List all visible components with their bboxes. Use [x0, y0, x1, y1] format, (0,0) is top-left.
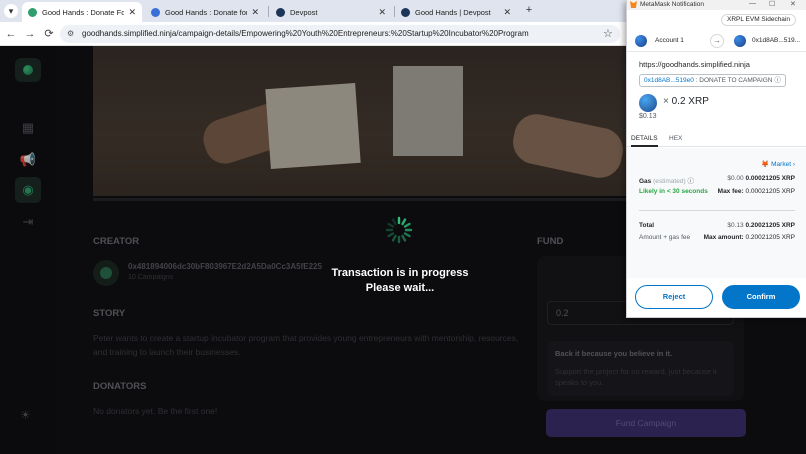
- transaction-progress-message: Transaction is in progress Please wait..…: [300, 266, 500, 296]
- tab-favicon-icon: [28, 7, 37, 17]
- network-badge[interactable]: XRPL EVM Sidechain: [721, 14, 796, 26]
- likely-time: Likely in < 30 seconds: [639, 188, 708, 195]
- amount-usd: $0.13: [639, 113, 657, 120]
- total-usd: $0.13: [727, 222, 744, 229]
- reject-button[interactable]: Reject: [635, 285, 713, 309]
- chevron-right-icon: ›: [792, 161, 795, 168]
- tab-good-hands-1[interactable]: Good Hands : Donate For a Ch ✕: [22, 2, 142, 22]
- progress-line-1: Transaction is in progress: [331, 267, 469, 279]
- total-xrp: 0.20021205 XRP: [745, 222, 795, 229]
- fox-icon: 🦊: [761, 161, 770, 168]
- contract-method-badge[interactable]: 0x1d8AB...519e0 : DONATE TO CAMPAIGN ⓘ: [639, 74, 786, 87]
- tab-devpost[interactable]: Devpost ✕: [270, 2, 392, 22]
- forward-icon[interactable]: →: [23, 27, 37, 41]
- gas-info-icon[interactable]: ⓘ: [687, 178, 694, 185]
- url-text: goodhands.simplified.ninja/campaign-deta…: [82, 29, 529, 38]
- tab-close-icon[interactable]: ✕: [251, 7, 259, 18]
- tab-divider: [268, 6, 269, 17]
- max-fee-row: Max fee: 0.00021205 XRP: [718, 188, 795, 195]
- bookmark-star-icon[interactable]: ☆: [603, 27, 613, 40]
- progress-line-2: Please wait...: [365, 282, 435, 294]
- request-origin: https://goodhands.simplified.ninja: [639, 60, 750, 69]
- tab-close-icon[interactable]: ✕: [128, 7, 136, 18]
- to-account-address[interactable]: 0x1d8AB...519...: [752, 37, 800, 44]
- gas-estimated: (estimated): [653, 178, 686, 185]
- tab-close-icon[interactable]: ✕: [503, 7, 511, 18]
- metamask-window-title: MetaMask Notification: [640, 1, 704, 8]
- max-fee-value: 0.00021205 XRP: [745, 188, 795, 195]
- loading-spinner-icon: [385, 216, 413, 244]
- gas-label-row: Gas (estimated) ⓘ: [639, 175, 694, 185]
- metamask-titlebar: MetaMask Notification — ☐ ✕: [627, 0, 806, 10]
- tab-title: Good Hands : Donate For a Ch: [42, 7, 125, 17]
- reload-icon[interactable]: ⟳: [42, 27, 56, 41]
- tab-good-hands-devpost[interactable]: Good Hands | Devpost ✕: [395, 2, 517, 22]
- max-amount-row: Max amount: 0.20021205 XRP: [704, 234, 795, 241]
- tab-title: Good Hands | Devpost: [415, 7, 491, 17]
- amount-gas-label: Amount + gas fee: [639, 234, 691, 241]
- market-label: Market: [771, 161, 792, 168]
- amount-value: 0.2 XRP: [671, 96, 709, 107]
- from-account-name[interactable]: Account 1: [655, 37, 684, 44]
- total-label: Total: [639, 222, 655, 229]
- minimize-icon[interactable]: —: [749, 0, 756, 7]
- tab-details[interactable]: DETAILS: [631, 135, 658, 147]
- tab-favicon-icon: [401, 7, 410, 17]
- to-account-avatar: [734, 35, 746, 47]
- site-info-icon[interactable]: ⚙: [67, 25, 74, 43]
- tab-good-hands-2[interactable]: Good Hands : Donate for a ca ✕: [145, 2, 265, 22]
- info-icon[interactable]: ⓘ: [774, 77, 781, 84]
- details-panel: 🦊 Market › Gas (estimated) ⓘ $0.00 0.000…: [627, 148, 806, 278]
- tab-search-icon[interactable]: ▾: [4, 4, 18, 18]
- tab-hex[interactable]: HEX: [669, 135, 682, 142]
- account-row: Account 1 → 0x1d8AB...519...: [627, 30, 806, 52]
- address-bar[interactable]: ⚙ goodhands.simplified.ninja/campaign-de…: [60, 25, 620, 43]
- gas-market-selector[interactable]: 🦊 Market ›: [761, 160, 795, 168]
- details-divider: [639, 210, 795, 211]
- total-value-row: $0.13 0.20021205 XRP: [727, 222, 795, 229]
- gas-usd: $0.00: [727, 175, 744, 182]
- arrow-right-icon: →: [710, 34, 724, 48]
- tab-favicon-icon: [276, 7, 285, 17]
- window-close-icon[interactable]: ✕: [790, 0, 796, 8]
- xrp-token-icon: [639, 94, 657, 112]
- confirm-button[interactable]: Confirm: [722, 285, 800, 309]
- maximize-icon[interactable]: ☐: [769, 0, 775, 8]
- from-account-avatar: [635, 35, 647, 47]
- tab-title: Devpost: [290, 7, 318, 17]
- gas-label: Gas: [639, 178, 652, 185]
- tab-favicon-icon: [151, 7, 160, 17]
- amount-prefix: ×: [663, 96, 669, 107]
- max-fee-label: Max fee:: [717, 188, 744, 195]
- gas-xrp: 0.00021205 XRP: [745, 175, 795, 182]
- max-amount-label: Max amount:: [703, 234, 744, 241]
- method-name: : DONATE TO CAMPAIGN: [695, 77, 773, 84]
- details-tabs: DETAILS HEX: [627, 131, 806, 147]
- tab-close-icon[interactable]: ✕: [378, 7, 386, 18]
- tab-title: Good Hands : Donate for a ca: [165, 7, 248, 17]
- metamask-fox-icon: [630, 1, 637, 8]
- new-tab-button[interactable]: +: [522, 4, 536, 18]
- back-icon[interactable]: ←: [4, 27, 18, 41]
- metamask-notification-window: MetaMask Notification — ☐ ✕ XRPL EVM Sid…: [626, 0, 806, 318]
- max-amount-value: 0.20021205 XRP: [745, 234, 795, 241]
- transaction-amount: × 0.2 XRP: [663, 96, 709, 107]
- gas-value-row: $0.00 0.00021205 XRP: [727, 175, 795, 182]
- contract-address-link[interactable]: 0x1d8AB...519e0: [644, 77, 694, 84]
